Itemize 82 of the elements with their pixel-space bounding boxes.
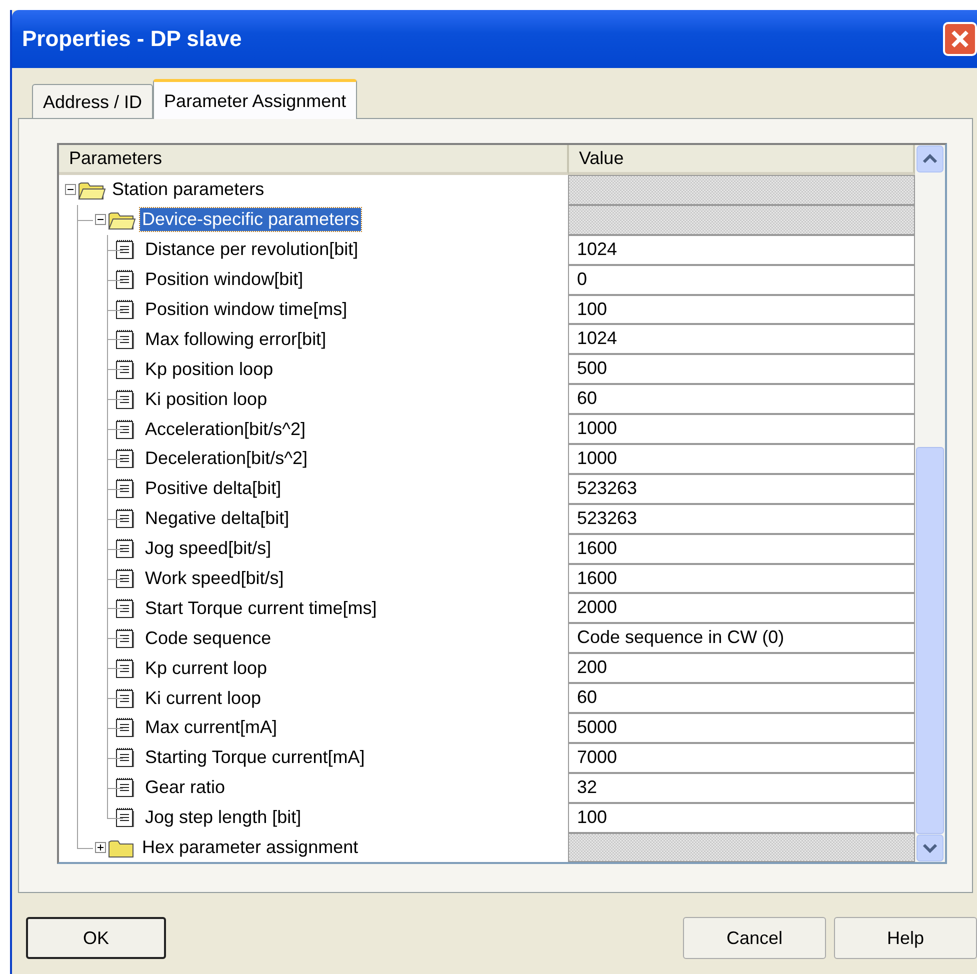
scroll-up-icon[interactable] — [916, 145, 944, 173]
scroll-thumb[interactable] — [916, 447, 944, 834]
window-title: Properties - DP slave — [22, 26, 242, 52]
tree-item[interactable]: Distance per revolution[bit] — [143, 238, 360, 262]
value-field[interactable]: 523263 — [568, 504, 915, 534]
value-field[interactable]: 1024 — [568, 234, 915, 265]
document-icon — [115, 328, 135, 350]
document-icon — [115, 717, 135, 738]
dialog-button[interactable]: Help — [834, 917, 977, 959]
value-field[interactable]: 1600 — [568, 534, 915, 564]
value-field[interactable]: 2000 — [568, 593, 915, 624]
document-icon — [115, 777, 135, 798]
document-icon — [115, 538, 135, 560]
tree-item[interactable]: Acceleration[bit/s^2] — [143, 418, 308, 441]
column-header[interactable]: Parameters — [59, 145, 569, 175]
tree-item[interactable]: Max current[mA] — [143, 716, 280, 740]
folder-icon — [108, 838, 136, 858]
value-field[interactable]: 60 — [568, 384, 915, 414]
tree-item[interactable]: Kp position loop — [143, 358, 276, 381]
tree-item[interactable]: Position window[bit] — [143, 268, 306, 292]
document-icon — [115, 388, 135, 410]
document-icon — [115, 807, 135, 828]
document-icon — [115, 658, 135, 679]
tree-item[interactable]: Max following error[bit] — [143, 328, 328, 351]
scrollbar[interactable] — [915, 145, 945, 862]
document-icon — [115, 628, 135, 649]
collapse-icon[interactable] — [65, 184, 76, 196]
value-field[interactable]: 32 — [568, 772, 915, 803]
tree-item[interactable]: Hex parameter assignment — [140, 836, 360, 860]
folder-icon — [108, 210, 136, 230]
document-icon — [115, 239, 135, 260]
tab[interactable]: Address / ID — [32, 84, 154, 118]
dialog-button[interactable]: OK — [26, 917, 166, 959]
document-icon — [115, 418, 135, 440]
close-icon[interactable] — [943, 22, 977, 56]
value-field[interactable]: 7000 — [568, 742, 915, 773]
value-field[interactable]: 60 — [568, 683, 915, 714]
document-icon — [115, 358, 135, 380]
tree-item[interactable]: Position window time[ms] — [143, 298, 350, 321]
scroll-down-icon[interactable] — [916, 834, 944, 862]
value-field[interactable]: 1000 — [568, 414, 915, 444]
tree-item[interactable]: Work speed[bit/s] — [143, 567, 286, 590]
tree-item[interactable]: Positive delta[bit] — [143, 477, 284, 500]
document-icon — [115, 568, 135, 590]
value-field[interactable]: 500 — [568, 354, 915, 384]
tree-item[interactable]: Starting Torque current[mA] — [143, 746, 367, 770]
document-icon — [115, 478, 135, 500]
value-field[interactable]: 200 — [568, 653, 915, 684]
tree-item[interactable]: Ki position loop — [143, 388, 270, 411]
tree-item[interactable]: Station parameters — [110, 178, 266, 202]
document-icon — [115, 688, 135, 709]
document-icon — [115, 299, 135, 320]
folder-icon — [78, 180, 106, 200]
value-field[interactable]: Code sequence in CW (0) — [568, 623, 915, 654]
tab[interactable]: Parameter Assignment — [153, 79, 358, 119]
tree-item[interactable]: Negative delta[bit] — [143, 507, 292, 530]
document-icon — [115, 747, 135, 768]
value-field[interactable]: 1600 — [568, 564, 915, 594]
tree-item[interactable]: Ki current loop — [143, 686, 264, 710]
column-header[interactable]: Value — [569, 145, 915, 175]
document-icon — [115, 269, 135, 290]
value-field[interactable]: 1000 — [568, 444, 915, 474]
expand-icon[interactable] — [95, 842, 106, 854]
tree-item[interactable]: Jog speed[bit/s] — [143, 537, 274, 560]
value-field[interactable]: 0 — [568, 264, 915, 295]
value-field[interactable]: 1024 — [568, 324, 915, 354]
document-icon — [115, 598, 135, 619]
value-field[interactable]: 100 — [568, 802, 915, 833]
document-icon — [115, 448, 135, 470]
value-field[interactable]: 100 — [568, 294, 915, 324]
value-field[interactable]: 523263 — [568, 474, 915, 504]
value-field[interactable]: 5000 — [568, 713, 915, 743]
tree-item[interactable]: Deceleration[bit/s^2] — [143, 447, 310, 470]
tree-item[interactable]: Start Torque current time[ms] — [143, 596, 379, 620]
tree-item[interactable]: Device-specific parameters — [140, 208, 362, 232]
dialog-button[interactable]: Cancel — [683, 917, 826, 959]
tree-item[interactable]: Kp current loop — [143, 656, 270, 680]
collapse-icon[interactable] — [95, 214, 106, 226]
tree-item[interactable]: Code sequence — [143, 626, 274, 650]
tree-item[interactable]: Jog step length [bit] — [143, 806, 304, 830]
document-icon — [115, 508, 135, 530]
tree-item[interactable]: Gear ratio — [143, 776, 228, 800]
